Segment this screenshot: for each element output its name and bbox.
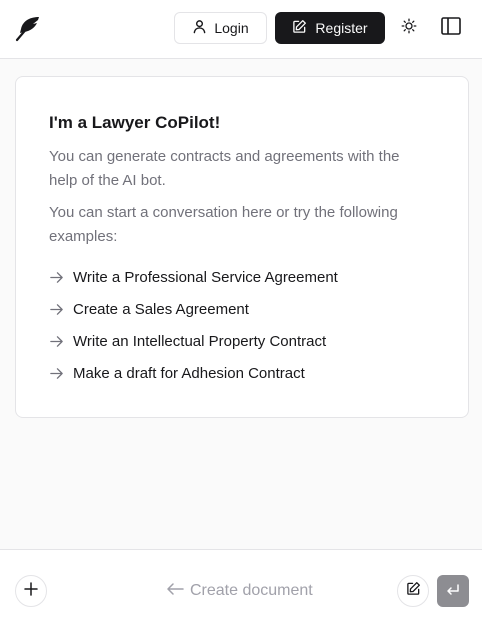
arrow-right-icon bbox=[49, 333, 65, 349]
arrow-right-icon bbox=[49, 269, 65, 285]
arrow-right-icon bbox=[49, 365, 65, 381]
example-prompt[interactable]: Create a Sales Agreement bbox=[49, 297, 249, 321]
prompt-bar: Create document bbox=[0, 549, 482, 624]
register-label: Register bbox=[315, 20, 368, 36]
edit-document-button[interactable] bbox=[397, 575, 429, 607]
example-prompt[interactable]: Write a Professional Service Agreement bbox=[49, 265, 338, 289]
sun-icon bbox=[401, 18, 417, 39]
enter-icon bbox=[446, 581, 460, 602]
user-icon bbox=[192, 19, 207, 37]
example-prompt[interactable]: Write an Intellectual Property Contract bbox=[49, 329, 326, 353]
add-button[interactable] bbox=[15, 575, 47, 607]
example-label: Write a Professional Service Agreement bbox=[73, 268, 338, 286]
create-document-input[interactable]: Create document bbox=[166, 580, 313, 602]
examples-paragraph: You can start a conversation here or try… bbox=[49, 204, 398, 245]
intro-paragraph: You can generate contracts and agreement… bbox=[49, 148, 400, 189]
header-bar: Login Register bbox=[0, 0, 482, 59]
edit-icon bbox=[406, 581, 421, 601]
register-button[interactable]: Register bbox=[275, 12, 385, 44]
example-label: Make a draft for Adhesion Contract bbox=[73, 364, 305, 382]
feather-icon[interactable] bbox=[14, 14, 42, 42]
arrow-left-icon bbox=[166, 582, 184, 601]
create-document-label: Create document bbox=[190, 582, 313, 599]
send-button[interactable] bbox=[437, 575, 469, 607]
sidebar-icon bbox=[441, 16, 461, 40]
edit-icon bbox=[292, 19, 307, 37]
welcome-title: I'm a Lawyer CoPilot! bbox=[49, 113, 221, 132]
sidebar-toggle-button[interactable] bbox=[438, 14, 464, 42]
example-prompt[interactable]: Make a draft for Adhesion Contract bbox=[49, 361, 305, 385]
plus-icon bbox=[24, 581, 38, 601]
theme-toggle-button[interactable] bbox=[396, 14, 422, 42]
example-label: Write an Intellectual Property Contract bbox=[73, 332, 327, 350]
login-label: Login bbox=[214, 20, 249, 36]
example-label: Create a Sales Agreement bbox=[73, 300, 249, 318]
login-button[interactable]: Login bbox=[174, 12, 267, 44]
arrow-right-icon bbox=[49, 301, 65, 317]
welcome-card: I'm a Lawyer CoPilot! You can generate c… bbox=[15, 76, 469, 418]
